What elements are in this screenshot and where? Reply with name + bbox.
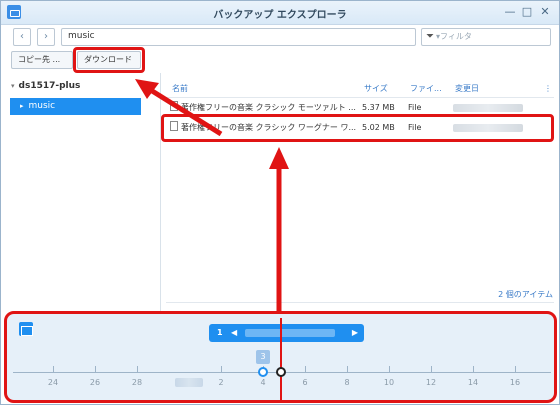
calendar-icon[interactable] [19, 322, 33, 336]
diagonal-arrow-head [135, 79, 159, 99]
tick-label: 14 [467, 378, 479, 387]
tick-label: 12 [425, 378, 437, 387]
version-timeline: 1 ◀ ▶ 3 24 26 28 2 4 6 8 10 12 14 16 [4, 311, 557, 403]
tick-label: 4 [260, 378, 266, 387]
version-point[interactable] [258, 367, 268, 377]
tick-label: 26 [89, 378, 101, 387]
tick-label: 2 [218, 378, 224, 387]
selected-time-line [280, 318, 282, 400]
vertical-arrow-head [269, 147, 289, 169]
timeline-tick [473, 366, 474, 372]
timeline-tick [137, 366, 138, 372]
timeline-tick [221, 366, 222, 372]
tick-label: 28 [131, 378, 143, 387]
version-count-marker[interactable]: 3 [256, 350, 270, 364]
timeline-tick [53, 366, 54, 372]
date-badge: 1 [217, 328, 223, 337]
timeline-tick [95, 366, 96, 372]
tick-label: 16 [509, 378, 521, 387]
tick-label: 6 [302, 378, 308, 387]
selected-date-redacted [245, 329, 335, 337]
diagonal-arrow-shaft [147, 86, 223, 137]
timeline-tick [347, 366, 348, 372]
timeline-tick [389, 366, 390, 372]
tick-label: 8 [344, 378, 350, 387]
current-position-handle[interactable] [276, 367, 286, 377]
backup-explorer-window: バックアップ エクスプローラ — □ ✕ ‹ › music ⏷ ▾フィルタ コピ… [0, 0, 560, 405]
next-version-icon[interactable]: ▶ [352, 324, 358, 342]
timeline-tick [305, 366, 306, 372]
month-label-redacted [175, 378, 203, 387]
version-date-selector[interactable]: 1 ◀ ▶ [209, 324, 364, 342]
tick-label: 24 [47, 378, 59, 387]
prev-version-icon[interactable]: ◀ [231, 324, 237, 342]
timeline-tick [515, 366, 516, 372]
tick-label: 10 [383, 378, 395, 387]
timeline-tick [431, 366, 432, 372]
